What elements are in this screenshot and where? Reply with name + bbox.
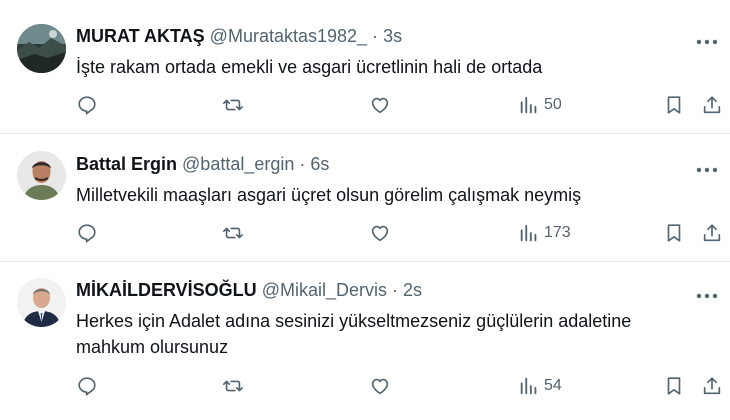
reply-button[interactable] [76, 93, 98, 117]
bookmark-icon [667, 224, 681, 242]
like-button[interactable] [369, 93, 391, 117]
views-count: 173 [544, 224, 571, 241]
username[interactable]: @battal_ergin [182, 154, 294, 174]
person-suit-avatar-icon [17, 278, 66, 327]
retweet-button[interactable] [222, 374, 244, 398]
more-icon[interactable] [696, 161, 718, 173]
retweet-button[interactable] [222, 221, 244, 245]
reply-button[interactable] [76, 221, 98, 245]
like-icon [371, 225, 389, 242]
views-count: 50 [544, 96, 562, 113]
like-icon [371, 378, 389, 395]
reply-icon [78, 224, 96, 243]
display-name[interactable]: MİKAİLDERVİSOĞLU [76, 280, 257, 300]
timestamp[interactable]: 3s [383, 26, 402, 46]
display-name[interactable]: Battal Ergin [76, 154, 177, 174]
avatar[interactable] [17, 24, 66, 73]
share-button[interactable] [701, 221, 723, 245]
share-icon [703, 377, 721, 395]
reply-icon [78, 96, 96, 115]
tweet-text: İşte rakam ortada emekli ve asgari ücret… [76, 57, 543, 77]
landscape-avatar-icon [17, 24, 66, 73]
more-icon[interactable] [696, 287, 718, 299]
display-name[interactable]: MURAT AKTAŞ [76, 26, 205, 46]
reply-button[interactable] [76, 374, 98, 398]
share-button[interactable] [701, 374, 723, 398]
views-icon [520, 96, 537, 114]
separator-dot: · [392, 280, 399, 300]
tweet-text: Milletvekili maaşları asgari üçret olsun… [76, 185, 582, 205]
tweet-header: Battal Ergin @battal_ergin · 6s [76, 154, 329, 175]
timestamp[interactable]: 2s [403, 280, 422, 300]
retweet-icon [223, 99, 243, 111]
views-button[interactable]: 54 [518, 374, 562, 398]
like-button[interactable] [369, 374, 391, 398]
tweet-header: MURAT AKTAŞ @Murataktas1982_ · 3s [76, 26, 402, 47]
retweet-button[interactable] [222, 93, 244, 117]
views-button[interactable]: 173 [518, 221, 571, 245]
bookmark-button[interactable] [663, 374, 685, 398]
avatar[interactable] [17, 278, 66, 327]
retweet-icon [223, 227, 243, 239]
views-icon [520, 224, 537, 242]
views-button[interactable]: 50 [518, 93, 562, 117]
tweet-header: MİKAİLDERVİSOĞLU @Mikail_Dervis · 2s [76, 280, 422, 301]
retweet-icon [223, 380, 243, 392]
views-icon [520, 377, 537, 395]
timestamp[interactable]: 6s [310, 154, 329, 174]
tweet[interactable]: MURAT AKTAŞ @Murataktas1982_ · 3s İşte r… [0, 0, 730, 134]
action-bar: 54 [76, 374, 726, 398]
views-count: 54 [544, 377, 562, 394]
tweet[interactable]: MİKAİLDERVİSOĞLU @Mikail_Dervis · 2s Her… [0, 262, 730, 420]
bookmark-icon [667, 377, 681, 395]
person-avatar-icon [17, 151, 66, 200]
separator-dot: · [299, 154, 306, 174]
username[interactable]: @Murataktas1982_ [210, 26, 367, 46]
tweet[interactable]: Battal Ergin @battal_ergin · 6s Milletve… [0, 134, 730, 262]
like-icon [371, 97, 389, 114]
action-bar: 50 [76, 93, 726, 117]
reply-icon [78, 377, 96, 396]
like-button[interactable] [369, 221, 391, 245]
avatar[interactable] [17, 151, 66, 200]
more-icon[interactable] [696, 33, 718, 45]
separator-dot: · [372, 26, 379, 46]
share-button[interactable] [701, 93, 723, 117]
action-bar: 173 [76, 221, 726, 245]
tweet-text: Herkes için Adalet adına sesinizi yüksel… [76, 311, 632, 357]
share-icon [703, 96, 721, 114]
share-icon [703, 224, 721, 242]
bookmark-icon [667, 96, 681, 114]
username[interactable]: @Mikail_Dervis [262, 280, 387, 300]
bookmark-button[interactable] [663, 221, 685, 245]
bookmark-button[interactable] [663, 93, 685, 117]
